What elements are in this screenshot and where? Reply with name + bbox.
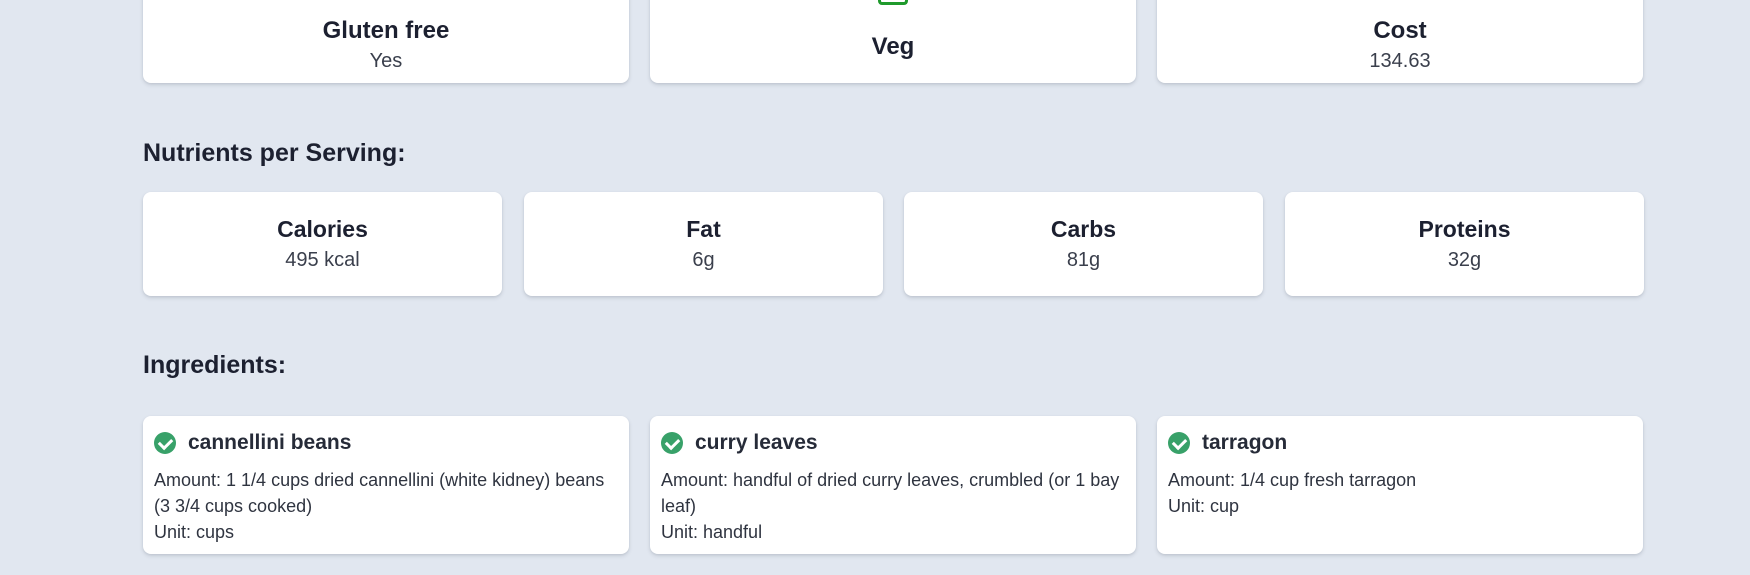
ingredient-card: cannellini beans Amount: 1 1/4 cups drie…	[143, 416, 629, 554]
nutrient-card-fat: Fat 6g	[524, 192, 883, 296]
ingredient-card: tarragon Amount: 1/4 cup fresh tarragon …	[1157, 416, 1643, 554]
ingredient-amount: Amount: 1 1/4 cups dried cannellini (whi…	[154, 470, 605, 516]
ingredient-name: curry leaves	[695, 431, 818, 454]
nutrients-heading: Nutrients per Serving:	[143, 139, 406, 167]
ingredient-details: Amount: 1 1/4 cups dried cannellini (whi…	[154, 467, 618, 545]
veg-card: Veg	[650, 0, 1136, 83]
nutrient-value: 81g	[1066, 249, 1101, 271]
gluten-free-value: Yes	[369, 50, 403, 72]
check-circle-icon	[661, 432, 683, 454]
veg-icon	[878, 0, 908, 5]
veg-title: Veg	[871, 33, 915, 60]
nutrient-card-proteins: Proteins 32g	[1285, 192, 1644, 296]
nutrient-card-carbs: Carbs 81g	[904, 192, 1263, 296]
gluten-free-title: Gluten free	[322, 17, 450, 44]
ingredient-amount: Amount: handful of dried curry leaves, c…	[661, 470, 1120, 516]
nutrient-value: 6g	[692, 249, 715, 271]
ingredient-details: Amount: handful of dried curry leaves, c…	[661, 467, 1125, 545]
ingredient-unit: Unit: cup	[1168, 496, 1240, 516]
nutrient-value: 495 kcal	[285, 249, 360, 271]
gluten-free-card: ••• Gluten free Yes	[143, 0, 629, 83]
check-circle-icon	[154, 432, 176, 454]
ingredient-details: Amount: 1/4 cup fresh tarragon Unit: cup	[1168, 467, 1632, 519]
nutrient-card-calories: Calories 495 kcal	[143, 192, 502, 296]
recipe-details-page: ••• Gluten free Yes Veg Cost 134.63 Nutr…	[0, 0, 1750, 575]
nutrient-title: Carbs	[1050, 216, 1117, 242]
ingredient-header: tarragon	[1168, 430, 1632, 456]
nutrient-title: Proteins	[1418, 216, 1511, 242]
ingredient-unit: Unit: cups	[154, 522, 235, 542]
ingredient-name: cannellini beans	[188, 431, 352, 454]
ingredient-unit: Unit: handful	[661, 522, 763, 542]
ingredient-amount: Amount: 1/4 cup fresh tarragon	[1168, 470, 1417, 490]
ingredient-header: cannellini beans	[154, 430, 618, 456]
ingredient-name: tarragon	[1202, 431, 1288, 454]
nutrient-title: Calories	[277, 216, 368, 242]
ingredients-heading: Ingredients:	[143, 351, 287, 379]
cost-value: 134.63	[1369, 50, 1431, 72]
cost-card: Cost 134.63	[1157, 0, 1643, 83]
check-circle-icon	[1168, 432, 1190, 454]
cost-title: Cost	[1373, 17, 1427, 44]
nutrient-title: Fat	[686, 216, 721, 242]
ingredient-card: curry leaves Amount: handful of dried cu…	[650, 416, 1136, 554]
ingredient-header: curry leaves	[661, 430, 1125, 456]
nutrient-value: 32g	[1447, 249, 1482, 271]
